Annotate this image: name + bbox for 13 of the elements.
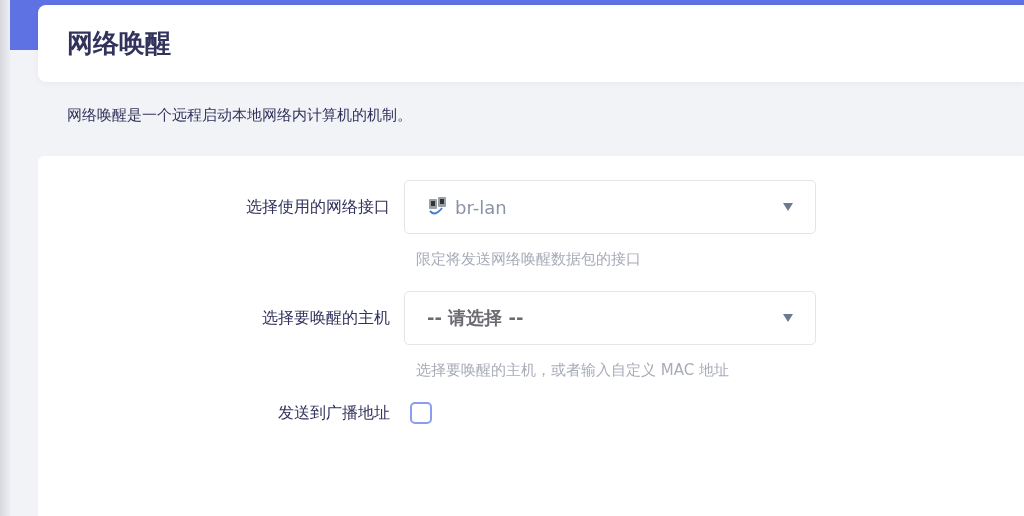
page-title: 网络唤醒 — [67, 27, 171, 60]
field-label: 发送到广播地址 — [277, 402, 390, 424]
page-description: 网络唤醒是一个远程启动本地网络内计算机的机制。 — [66, 105, 413, 126]
field-label: 选择要唤醒的主机 — [261, 307, 390, 329]
network-icon — [427, 197, 449, 217]
select-field[interactable]: br-lan — [404, 180, 816, 234]
caret-icon — [783, 203, 793, 211]
field-hint: 选择要唤醒的主机，或者输入自定义 MAC 地址 — [415, 360, 730, 380]
checkbox[interactable] — [410, 402, 432, 424]
field-label: 选择使用的网络接口 — [245, 196, 390, 218]
caret-icon — [783, 314, 793, 322]
field-hint: 限定将发送网络唤醒数据包的接口 — [415, 249, 642, 269]
select-field[interactable]: -- 请选择 -- — [404, 291, 816, 345]
